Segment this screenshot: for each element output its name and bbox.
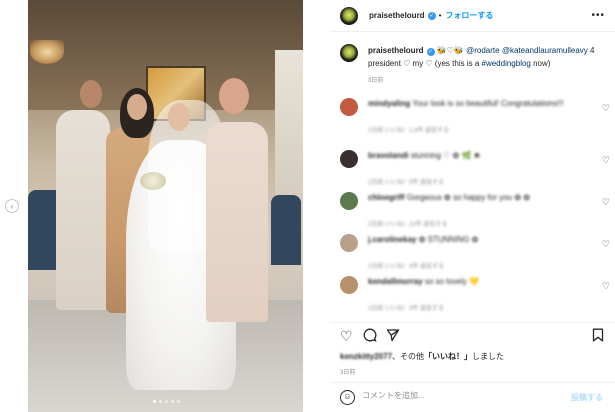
post-header: praisethelourd ✓ • フォローする •••	[330, 0, 615, 32]
carousel-dot	[159, 400, 162, 403]
likes-suffix: 、その他	[392, 352, 425, 361]
likes-end: しました	[472, 352, 505, 361]
avatar[interactable]	[340, 276, 358, 294]
post-caption: praisethelourd ✓ 🐝♡🐝 @rodarte @kateandlau…	[340, 44, 610, 84]
comment-input[interactable]	[362, 391, 562, 400]
liker-username[interactable]: kenzkitty2077	[340, 352, 392, 361]
person-head	[127, 94, 147, 120]
heart-icon[interactable]: ♡	[602, 281, 610, 292]
bookmark-icon[interactable]	[592, 328, 604, 345]
heart-icon[interactable]: ♡	[340, 328, 353, 344]
verified-badge-icon: ✓	[427, 11, 436, 20]
comment-body: Your look is so beautiful! Congratulatio…	[412, 99, 564, 108]
person-head	[80, 80, 102, 108]
likes-summary: kenzkitty2077、その他「いいね！」しました	[340, 351, 504, 362]
caption-text: praisethelourd ✓ 🐝♡🐝 @rodarte @kateandlau…	[368, 44, 610, 70]
comment-meta[interactable]: 2日前 いいね！3件 返信する	[368, 303, 444, 312]
post-photo[interactable]	[28, 0, 303, 412]
heart-icon[interactable]: ♡	[602, 103, 610, 114]
comment-username[interactable]: chloegriff	[368, 193, 404, 202]
comment-body: Gorgeous ✿ so happy for you ✿ ✿	[406, 193, 530, 202]
carousel-dot	[171, 400, 174, 403]
comment-text: chloegriff Gorgeous ✿ so happy for you ✿…	[368, 193, 530, 202]
comment-item: j.carolinekay ✿ STUNNING ✿ 2日前 いいね！4件 返信…	[340, 234, 610, 270]
comment-text: mindyaling Your look is so beautiful! Co…	[368, 99, 564, 108]
share-icon[interactable]	[386, 328, 400, 345]
caption-username[interactable]: praisethelourd	[368, 46, 424, 55]
photo-chair	[271, 195, 301, 265]
action-bar: ♡	[330, 322, 615, 350]
comment-body: stunning ♡ ✿ 🌿 ❀	[410, 151, 481, 160]
comment-username[interactable]: j.carolinekay	[368, 235, 416, 244]
avatar[interactable]	[340, 150, 358, 168]
person-figure	[206, 122, 268, 322]
mention-link[interactable]: @kateandlauramulleavy	[502, 46, 588, 55]
mention-link[interactable]: @rodarte	[466, 46, 499, 55]
avatar[interactable]	[340, 98, 358, 116]
bouquet	[140, 172, 166, 190]
author-username[interactable]: praisethelourd	[369, 11, 425, 20]
carousel-dot	[153, 400, 156, 403]
comment-text: bravolandi stunning ♡ ✿ 🌿 ❀	[368, 151, 480, 160]
comment-compose: ☺ 投稿する	[330, 382, 615, 412]
comment-meta[interactable]: 2日前 いいね！22件 返信する	[368, 219, 447, 228]
heart-icon[interactable]: ♡	[602, 197, 610, 208]
carousel-dot	[177, 400, 180, 403]
avatar[interactable]	[340, 192, 358, 210]
caption-end: now)	[530, 59, 551, 68]
person-head	[168, 103, 190, 131]
heart-icon[interactable]: ♡	[602, 155, 610, 166]
comment-text: j.carolinekay ✿ STUNNING ✿	[368, 235, 478, 244]
comment-username[interactable]: mindyaling	[368, 99, 410, 108]
comment-item: mindyaling Your look is so beautiful! Co…	[340, 98, 610, 134]
heart-icon[interactable]: ♡	[602, 239, 610, 250]
avatar[interactable]	[340, 234, 358, 252]
more-options-icon[interactable]: •••	[591, 10, 605, 21]
carousel-prev-button[interactable]: ‹	[5, 199, 19, 213]
comment-username[interactable]: kendallmurray	[368, 277, 423, 286]
post-comment-button[interactable]: 投稿する	[571, 392, 603, 403]
avatar[interactable]	[340, 6, 358, 25]
emoji-icon[interactable]: ☺	[340, 390, 355, 405]
comment-body: ✿ STUNNING ✿	[418, 235, 479, 244]
comment-meta[interactable]: 2日前 いいね！4件 返信する	[368, 261, 444, 270]
person-head	[219, 78, 249, 114]
comment-username[interactable]: bravolandi	[368, 151, 408, 160]
comment-body: so so lovely 💛	[424, 277, 479, 286]
comment-icon[interactable]	[363, 328, 377, 345]
carousel-dots	[153, 400, 180, 403]
avatar[interactable]	[340, 44, 358, 62]
post-timestamp[interactable]: 3日前	[340, 367, 355, 376]
person-figure	[56, 110, 110, 310]
separator-dot: •	[438, 11, 442, 20]
caption-timestamp[interactable]: 3日前	[368, 75, 610, 84]
comment-meta[interactable]: 2日前 いいね！5件 返信する	[368, 177, 444, 186]
likes-link[interactable]: 「いいね！」	[424, 352, 472, 361]
caption-emoji: 🐝♡🐝	[434, 46, 467, 55]
hashtag-link[interactable]: #weddingblog	[482, 59, 531, 68]
post-side-panel: praisethelourd ✓ • フォローする ••• praisethel…	[330, 0, 615, 412]
comment-item: kendallmurray so so lovely 💛 2日前 いいね！3件 …	[340, 276, 610, 312]
follow-button[interactable]: フォローする	[445, 10, 493, 21]
carousel-dot	[165, 400, 168, 403]
comment-item: bravolandi stunning ♡ ✿ 🌿 ❀ 2日前 いいね！5件 返…	[340, 150, 610, 186]
chevron-left-icon: ‹	[10, 201, 14, 211]
comment-meta[interactable]: 2日前 いいね！1,4件 返信する	[368, 125, 449, 134]
comment-text: kendallmurray so so lovely 💛	[368, 277, 479, 286]
comment-item: chloegriff Gorgeous ✿ so happy for you ✿…	[340, 192, 610, 228]
photo-lamp	[30, 40, 64, 64]
verified-badge-icon: ✓	[426, 48, 435, 56]
